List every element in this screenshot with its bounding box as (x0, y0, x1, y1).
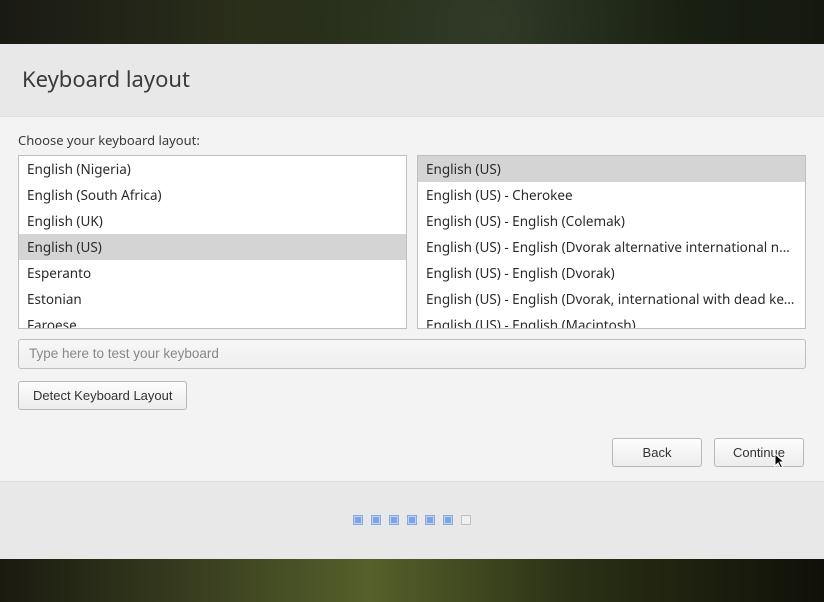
detect-row: Detect Keyboard Layout (18, 381, 806, 410)
list-item[interactable]: English (UK) (19, 208, 406, 234)
background-bottom (0, 559, 824, 602)
layout-prompt: Choose your keyboard layout: (18, 131, 806, 149)
page-title: Keyboard layout (22, 64, 802, 94)
list-item[interactable]: Faroese (19, 312, 406, 329)
test-row (18, 339, 806, 369)
progress-dot (389, 515, 399, 525)
list-item[interactable]: English (US) - Cherokee (418, 182, 805, 208)
progress-dot (425, 515, 435, 525)
progress-dot (353, 515, 363, 525)
language-listbox[interactable]: English (Nigeria)English (South Africa)E… (18, 155, 407, 329)
list-item[interactable]: Esperanto (19, 260, 406, 286)
back-button[interactable]: Back (612, 438, 702, 467)
page-content: Choose your keyboard layout: English (Ni… (0, 117, 824, 481)
list-item[interactable]: English (US) - English (Dvorak) (418, 260, 805, 286)
page-header: Keyboard layout (0, 44, 824, 117)
detect-keyboard-button[interactable]: Detect Keyboard Layout (18, 381, 187, 410)
background-top (0, 0, 824, 44)
list-item[interactable]: English (US) - English (Macintosh) (418, 312, 805, 329)
layout-lists: English (Nigeria)English (South Africa)E… (18, 155, 806, 329)
list-item[interactable]: English (US) (418, 156, 805, 182)
progress-dot (443, 515, 453, 525)
list-item[interactable]: English (US) - English (Dvorak, internat… (418, 286, 805, 312)
installer-panel: Keyboard layout Choose your keyboard lay… (0, 44, 824, 559)
progress-dot (461, 515, 471, 525)
variant-listbox[interactable]: English (US)English (US) - CherokeeEngli… (417, 155, 806, 329)
progress-dot (371, 515, 381, 525)
list-item[interactable]: English (US) - English (Dvorak alternati… (418, 234, 805, 260)
nav-buttons: Back Continue (18, 438, 806, 467)
list-item[interactable]: English (US) (19, 234, 406, 260)
continue-button[interactable]: Continue (714, 438, 804, 467)
list-item[interactable]: Estonian (19, 286, 406, 312)
list-item[interactable]: English (US) - English (Colemak) (418, 208, 805, 234)
progress-dot (407, 515, 417, 525)
progress-indicator (0, 481, 824, 559)
keyboard-test-input[interactable] (18, 339, 806, 369)
list-item[interactable]: English (South Africa) (19, 182, 406, 208)
list-item[interactable]: English (Nigeria) (19, 156, 406, 182)
